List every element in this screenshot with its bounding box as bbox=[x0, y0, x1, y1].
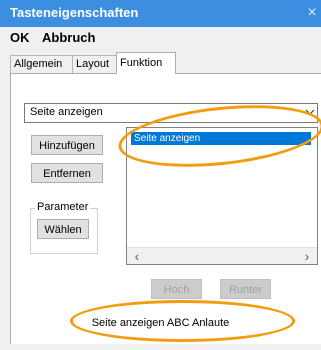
menu-bar: OK Abbruch bbox=[0, 27, 321, 49]
scroll-right-icon[interactable]: › bbox=[299, 248, 315, 264]
menu-abbruch[interactable]: Abbruch bbox=[42, 30, 95, 45]
horizontal-scrollbar[interactable]: ‹ › bbox=[127, 247, 317, 264]
choose-button[interactable]: Wählen bbox=[37, 219, 89, 239]
function-dropdown-value: Seite anzeigen bbox=[30, 106, 103, 118]
tab-funktion[interactable]: Funktion bbox=[116, 52, 176, 74]
add-button[interactable]: Hinzufügen bbox=[31, 135, 103, 155]
tab-allgemein[interactable]: Allgemein bbox=[10, 55, 74, 73]
menu-ok[interactable]: OK bbox=[10, 30, 30, 45]
annotation-ellipse-summary bbox=[70, 300, 295, 342]
parameter-group-label: Parameter bbox=[35, 201, 91, 213]
scroll-left-icon[interactable]: ‹ bbox=[129, 248, 145, 264]
close-button[interactable]: × bbox=[303, 3, 321, 23]
title-bar: Tasteneigenschaften × bbox=[0, 0, 321, 27]
remove-button[interactable]: Entfernen bbox=[31, 163, 103, 183]
window-title: Tasteneigenschaften bbox=[10, 5, 139, 20]
up-button[interactable]: Hoch bbox=[151, 279, 202, 299]
down-button[interactable]: Runter bbox=[220, 279, 271, 299]
